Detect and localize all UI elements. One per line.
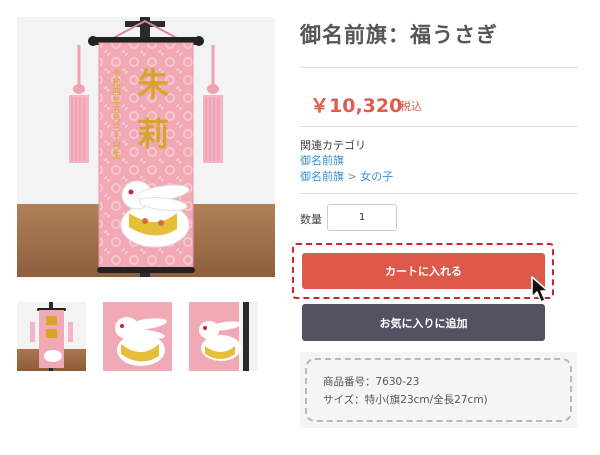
divider bbox=[300, 67, 578, 68]
tax-label: 税込 bbox=[400, 100, 422, 113]
product-code: 商品番号：7630-23 bbox=[323, 376, 420, 388]
category-heading: 関連カテゴリ bbox=[300, 139, 366, 152]
product-title: 御名前旗：福うさぎ bbox=[300, 23, 498, 47]
main-product-image[interactable]: 朱 莉 令和四年五月三十日生 bbox=[17, 17, 275, 277]
category-link-child[interactable]: 女の子 bbox=[360, 170, 393, 183]
tassel-icon bbox=[203, 45, 223, 163]
divider bbox=[300, 193, 578, 194]
tassel-icon bbox=[69, 45, 89, 163]
birth-date-embroidery: 令和四年五月三十日生 bbox=[110, 68, 121, 159]
banner-illustration: 朱 莉 令和四年五月三十日生 bbox=[69, 17, 223, 277]
name-embroidery-char: 莉 bbox=[137, 115, 169, 153]
divider bbox=[300, 126, 578, 127]
add-to-cart-button[interactable]: カートに入れる bbox=[302, 253, 545, 289]
product-size: サイズ：特小(旗23cm/全長27cm) bbox=[323, 394, 488, 406]
breadcrumb-separator: > bbox=[344, 170, 361, 183]
add-to-favorites-button[interactable]: お気に入りに追加 bbox=[302, 304, 545, 341]
category-breadcrumb: 御名前旗 > 女の子 bbox=[300, 168, 393, 184]
category-link[interactable]: 御名前旗 bbox=[300, 152, 344, 168]
details-dashed-frame bbox=[305, 358, 572, 422]
thumbnail-strip bbox=[17, 302, 275, 372]
quantity-label: 数量 bbox=[300, 213, 322, 226]
thumbnail-3[interactable] bbox=[189, 302, 258, 371]
name-embroidery-char: 朱 bbox=[137, 65, 170, 103]
mouse-cursor-icon bbox=[531, 276, 549, 303]
category-link-parent[interactable]: 御名前旗 bbox=[300, 170, 344, 183]
thumbnail-1[interactable] bbox=[17, 302, 86, 371]
thumbnail-2[interactable] bbox=[103, 302, 172, 371]
rabbit-icon bbox=[120, 180, 190, 248]
product-details-box: 商品番号：7630-23 サイズ：特小(旗23cm/全長27cm) bbox=[300, 352, 577, 428]
product-price: ￥10,320 bbox=[310, 95, 403, 117]
quantity-input[interactable] bbox=[327, 204, 397, 231]
